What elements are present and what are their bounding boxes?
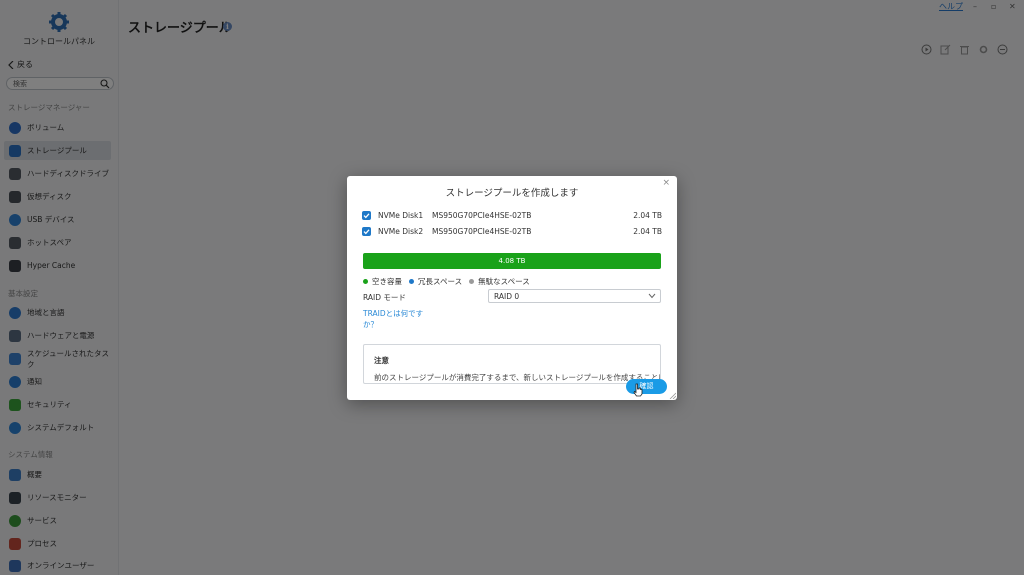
check-icon [363, 213, 370, 219]
disk-model: MS950G70PCIe4HSE-02TB [432, 211, 532, 220]
capacity-legend: 空き容量 冗長スペース 無駄なスペース [363, 276, 530, 287]
note-title: 注意 [374, 356, 389, 365]
hand-cursor-icon [633, 383, 643, 397]
dialog-title: ストレージプールを作成します [445, 188, 579, 199]
close-icon[interactable]: × [662, 178, 670, 188]
disk-checkbox[interactable] [362, 211, 371, 220]
legend-wasted-space: 無駄なスペース [469, 276, 530, 287]
disk-model: MS950G70PCIe4HSE-02TB [432, 227, 532, 236]
raid-mode-select[interactable]: RAID 0 [488, 289, 661, 303]
disk-row[interactable]: NVMe Disk2 MS950G70PCIe4HSE-02TB 2.04 TB [362, 226, 662, 238]
note-box: 注意 前のストレージプールが消費完了するまで、新しいストレージプールを作成するこ… [363, 344, 661, 384]
raid-mode-value: RAID 0 [494, 292, 520, 301]
traid-help-link[interactable]: TRAIDとは何ですか？ [363, 308, 427, 330]
chevron-down-icon [648, 293, 656, 299]
create-storage-pool-dialog: ストレージプールを作成します × NVMe Disk1 MS950G70PCIe… [347, 176, 677, 400]
disk-size: 2.04 TB [633, 211, 662, 220]
check-icon [363, 229, 370, 235]
legend-dot [409, 279, 414, 284]
legend-label: 空き容量 [372, 277, 402, 286]
resize-handle-icon[interactable] [668, 391, 676, 399]
disk-row[interactable]: NVMe Disk1 MS950G70PCIe4HSE-02TB 2.04 TB [362, 210, 662, 222]
disk-checkbox[interactable] [362, 227, 371, 236]
capacity-bar: 4.08 TB [363, 253, 661, 269]
disk-name: NVMe Disk1 [378, 211, 424, 220]
disk-size: 2.04 TB [633, 227, 662, 236]
disk-name: NVMe Disk2 [378, 227, 424, 236]
raid-mode-label: RAID モード [363, 293, 406, 302]
legend-free-space: 空き容量 [363, 276, 402, 287]
legend-redundant-space: 冗長スペース [409, 276, 462, 287]
note-text: 前のストレージプールが消費完了するまで、新しいストレージプールを作成することは [374, 373, 661, 382]
legend-label: 無駄なスペース [478, 277, 530, 286]
legend-dot [363, 279, 368, 284]
legend-dot [469, 279, 475, 284]
legend-label: 冗長スペース [418, 277, 463, 286]
